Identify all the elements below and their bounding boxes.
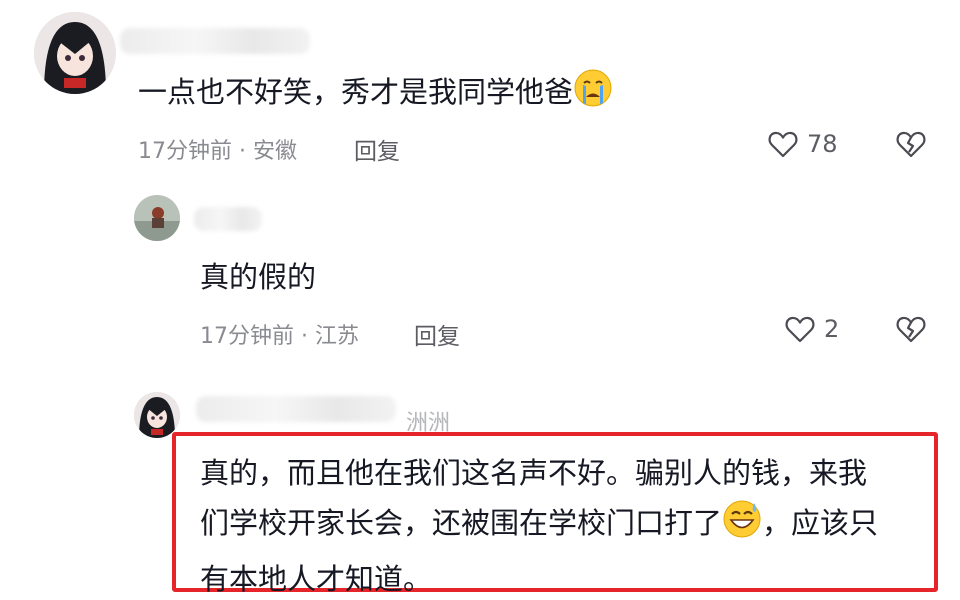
anime-girl-avatar-icon xyxy=(134,392,180,438)
comment-segment: 们学校开家长会，还被围在学校门口打了 xyxy=(200,506,723,540)
grinning-sweat-face-emoji-icon xyxy=(722,499,762,554)
avatar[interactable] xyxy=(134,392,180,438)
comment-body: 一点也不好笑，秀才是我同学他爸 xyxy=(138,75,574,109)
location: 江苏 xyxy=(314,324,359,349)
avatar[interactable] xyxy=(134,195,180,241)
comment-line: 真的，而且他在我们这名声不好。骗别人的钱，来我 xyxy=(200,456,868,490)
comment-text: 真的，而且他在我们这名声不好。骗别人的钱，来我 们学校开家长会，还被围在学校门口… xyxy=(200,448,930,600)
timestamp: 17分钟前 xyxy=(200,324,294,349)
separator: · xyxy=(294,324,315,349)
dislike-button[interactable] xyxy=(894,128,928,164)
username-blurred[interactable] xyxy=(194,207,262,231)
broken-heart-icon xyxy=(896,131,926,158)
comment-text: 真的假的 xyxy=(200,260,317,294)
like-button[interactable]: 2 xyxy=(784,313,839,345)
avatar[interactable] xyxy=(34,12,116,94)
like-count: 78 xyxy=(807,130,838,158)
comment-line: 有本地人才知道。 xyxy=(200,562,433,596)
photo-avatar-icon xyxy=(134,195,180,241)
like-button[interactable]: 78 xyxy=(767,128,838,160)
anime-girl-avatar-icon xyxy=(34,12,116,94)
username-blurred[interactable] xyxy=(120,28,310,54)
like-count: 2 xyxy=(824,315,840,343)
dislike-button[interactable] xyxy=(894,313,928,349)
timestamp: 17分钟前 xyxy=(138,139,232,164)
comment-text: 一点也不好笑，秀才是我同学他爸 xyxy=(138,68,613,118)
comment-segment: ，应该只 xyxy=(762,506,879,540)
separator: · xyxy=(232,139,253,164)
reply-button[interactable]: 回复 xyxy=(414,317,460,351)
heart-icon xyxy=(785,316,815,343)
reply-button[interactable]: 回复 xyxy=(354,132,400,166)
crying-face-emoji-icon xyxy=(573,68,613,118)
username-blurred[interactable] xyxy=(196,396,396,422)
comment-meta: 17分钟前 · 安徽 xyxy=(138,133,297,165)
comment-meta: 17分钟前 · 江苏 xyxy=(200,318,359,350)
heart-icon xyxy=(768,131,798,158)
comment-line: 们学校开家长会，还被围在学校门口打了 ，应该只 xyxy=(200,498,930,554)
comment-thread: 一点也不好笑，秀才是我同学他爸 17分钟前 · 安徽 回复 78 真的假的 17… xyxy=(0,0,960,600)
broken-heart-icon xyxy=(896,316,926,343)
location: 安徽 xyxy=(252,139,297,164)
